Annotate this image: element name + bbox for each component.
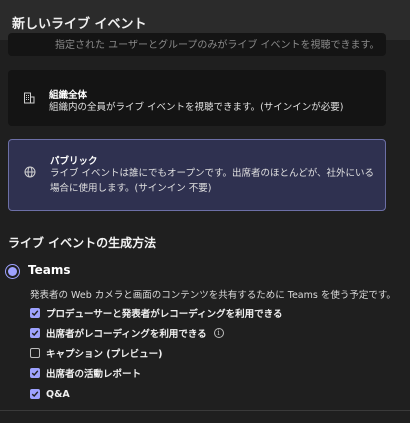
permission-option-title: パブリック [50,156,98,167]
info-icon[interactable]: i [213,328,224,338]
teams-option-desc: 発表者の Web カメラと画面のコンテンツを共有するために Teams を使う予… [30,290,396,301]
option-captions[interactable]: キャプション (プレビュー) [30,346,163,360]
option-label: プロデューサーと発表者がレコーディングを利用できる [46,309,283,320]
checkbox-checked-icon[interactable] [30,389,40,399]
option-label: 出席者の活動レポート [46,369,142,380]
option-attendee-report[interactable]: 出席者の活動レポート [30,366,141,380]
permission-option-desc: 指定された ユーザーとグループのみがライブ イベントを視聴できます。 [55,40,380,51]
checkbox-checked-icon[interactable] [30,368,40,378]
building-icon [22,91,36,105]
permission-option-title: 組織全体 [49,90,88,101]
section-title: ライブ イベントの生成方法 [8,236,157,250]
teams-radio-label[interactable]: Teams [28,263,70,277]
teams-radio-button[interactable] [8,267,17,276]
permission-option-org[interactable]: 組織全体 組織内の全員がライブ イベントを視聴できます。(サインインが必要) [8,70,386,126]
checkbox-unchecked-icon[interactable] [30,348,40,358]
option-label: 出席者がレコーディングを利用できる [46,329,207,340]
permission-option-public[interactable]: パブリック ライブ イベントは誰にでもオープンです。出席者のほとんどが、社外にい… [8,139,386,211]
option-label: Q&A [46,388,70,400]
option-qa[interactable]: Q&A [30,387,70,401]
permission-option-specific[interactable]: 指定された ユーザーとグループのみがライブ イベントを視聴できます。 [8,33,386,56]
option-producer-recording[interactable]: プロデューサーと発表者がレコーディングを利用できる [30,306,282,320]
checkbox-checked-icon[interactable] [30,328,40,338]
permission-option-desc: ライブ イベントは誰にでもオープンです。出席者のほとんどが、社外にいる場合に使用… [50,168,375,194]
globe-icon [23,165,37,179]
checkbox-checked-icon[interactable] [30,308,40,318]
permission-option-desc: 組織内の全員がライブ イベントを視聴できます。(サインインが必要) [49,102,344,113]
divider [0,410,410,411]
dialog-title: 新しいライブ イベント [12,17,147,32]
option-label: キャプション (プレビュー) [46,349,163,360]
option-attendee-recording[interactable]: 出席者がレコーディングを利用できる i [30,326,224,340]
